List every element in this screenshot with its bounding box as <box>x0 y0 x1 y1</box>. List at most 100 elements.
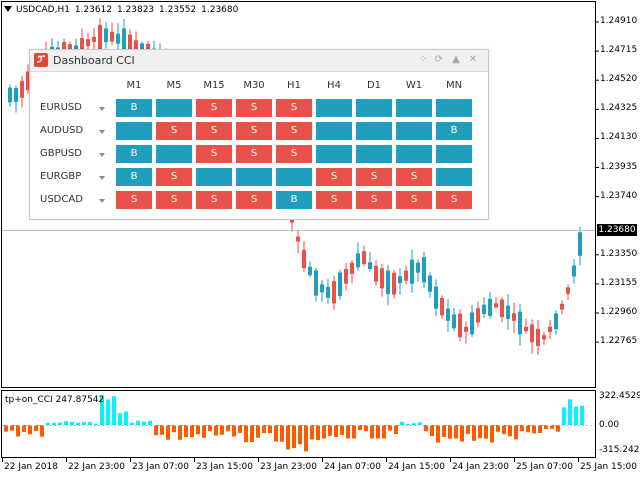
pair-label-audusd: AUDUSD <box>40 125 84 136</box>
cci-bar <box>76 422 80 425</box>
signal-cell[interactable] <box>116 122 152 140</box>
signal-cell[interactable] <box>156 99 192 117</box>
cci-bar <box>478 425 482 439</box>
pair-dropdown-icon[interactable] <box>99 107 105 111</box>
minimize-icon[interactable]: ▲ <box>450 54 462 66</box>
cci-bar <box>454 425 458 439</box>
ohlc-close: 1.23680 <box>201 5 239 15</box>
cci-bar <box>484 425 488 439</box>
timeframe-header-mn: MN <box>445 80 463 91</box>
signal-cell[interactable] <box>316 99 352 117</box>
signal-cell[interactable] <box>356 99 392 117</box>
candle-body <box>422 257 426 283</box>
timeframe-header-h1: H1 <box>287 80 301 91</box>
signal-cell[interactable] <box>396 99 432 117</box>
price-tick-label: 1.24130 <box>600 132 638 143</box>
cci-bar <box>412 423 416 425</box>
candle-body <box>566 287 570 294</box>
price-tick-label: 1.23350 <box>600 248 638 259</box>
time-tick-label: 25 Jan 15:00 <box>580 462 637 472</box>
signal-cell[interactable]: B <box>116 99 152 117</box>
cci-bar <box>244 425 248 443</box>
pair-dropdown-icon[interactable] <box>99 199 105 203</box>
symbol-dropdown-icon[interactable] <box>4 6 12 12</box>
signal-cell[interactable]: S <box>156 122 192 140</box>
signal-cell[interactable] <box>196 168 232 186</box>
cci-bar <box>112 396 116 425</box>
close-icon[interactable]: ✕ <box>467 54 479 66</box>
signal-cell[interactable]: B <box>116 145 152 163</box>
cci-bar <box>154 425 158 436</box>
candle-body <box>464 326 468 332</box>
signal-cell[interactable]: S <box>316 191 352 209</box>
signal-cell[interactable]: S <box>236 99 272 117</box>
signal-cell[interactable] <box>316 122 352 140</box>
signal-cell[interactable] <box>236 168 272 186</box>
cci-bar <box>328 425 332 436</box>
dashboard-panel[interactable]: ፓ Dashboard CCI ⁘ ⟳ ▲ ✕ M1 M5 M15 M30 H1 H4 D1… <box>29 49 489 220</box>
drag-icon[interactable]: ⁘ <box>417 54 429 66</box>
pair-label-gbpusd: GBPUSD <box>40 148 83 159</box>
signal-cell[interactable]: S <box>316 168 352 186</box>
signal-cell[interactable]: S <box>196 191 232 209</box>
cci-bar <box>436 425 440 443</box>
signal-cell[interactable] <box>396 145 432 163</box>
cci-bar <box>118 413 122 425</box>
pair-dropdown-icon[interactable] <box>99 130 105 134</box>
signal-cell[interactable] <box>156 145 192 163</box>
signal-cell[interactable]: S <box>116 191 152 209</box>
cci-tick-min: -315.2421 <box>599 445 640 455</box>
cci-bar <box>22 425 26 433</box>
price-tick-label: 1.22960 <box>600 307 638 317</box>
cci-bar <box>274 425 278 442</box>
timeframe-header-w1: W1 <box>405 80 423 91</box>
ohlc-low: 1.23552 <box>159 5 197 15</box>
cci-bar <box>232 425 236 437</box>
refresh-icon[interactable]: ⟳ <box>433 54 445 66</box>
signal-cell[interactable] <box>356 122 392 140</box>
signal-cell[interactable]: B <box>116 168 152 186</box>
signal-cell[interactable] <box>316 145 352 163</box>
signal-cell[interactable]: S <box>196 122 232 140</box>
pair-dropdown-icon[interactable] <box>99 176 105 180</box>
timeframe-header-m1: M1 <box>126 80 142 91</box>
signal-cell[interactable]: S <box>236 145 272 163</box>
signal-cell[interactable]: S <box>276 122 312 140</box>
candle-body <box>560 303 564 310</box>
signal-cell[interactable]: S <box>276 99 312 117</box>
signal-cell[interactable]: S <box>236 191 272 209</box>
signal-cell[interactable] <box>436 145 472 163</box>
candle-body <box>518 311 522 335</box>
cci-bar <box>148 420 152 425</box>
signal-cell[interactable] <box>396 122 432 140</box>
cci-bar <box>334 425 338 438</box>
signal-cell[interactable]: S <box>396 191 432 209</box>
cci-bar <box>190 425 194 438</box>
signal-cell[interactable]: S <box>356 168 392 186</box>
signal-cell[interactable] <box>356 145 392 163</box>
cci-bar <box>376 425 380 439</box>
cci-bar <box>442 425 446 437</box>
signal-cell[interactable] <box>276 168 312 186</box>
candle-body <box>440 297 444 316</box>
timeframe-header-d1: D1 <box>366 80 382 91</box>
signal-cell[interactable]: S <box>196 99 232 117</box>
signal-cell[interactable]: S <box>436 191 472 209</box>
signal-cell[interactable]: S <box>236 122 272 140</box>
cci-bar <box>370 425 374 439</box>
signal-cell[interactable]: S <box>276 145 312 163</box>
cci-bar <box>262 425 266 434</box>
signal-cell[interactable]: S <box>156 168 192 186</box>
signal-cell[interactable]: B <box>436 122 472 140</box>
signal-cell[interactable]: B <box>276 191 312 209</box>
signal-cell[interactable] <box>436 168 472 186</box>
signal-cell[interactable]: S <box>396 168 432 186</box>
signal-cell[interactable]: S <box>156 191 192 209</box>
dashboard-header[interactable]: ፓ Dashboard CCI ⁘ ⟳ ▲ ✕ <box>30 50 488 72</box>
signal-cell[interactable]: S <box>356 191 392 209</box>
timeframe-header-m15: M15 <box>203 80 225 91</box>
signal-cell[interactable] <box>436 99 472 117</box>
signal-cell[interactable]: S <box>196 145 232 163</box>
pair-dropdown-icon[interactable] <box>99 153 105 157</box>
cci-bar <box>142 421 146 425</box>
